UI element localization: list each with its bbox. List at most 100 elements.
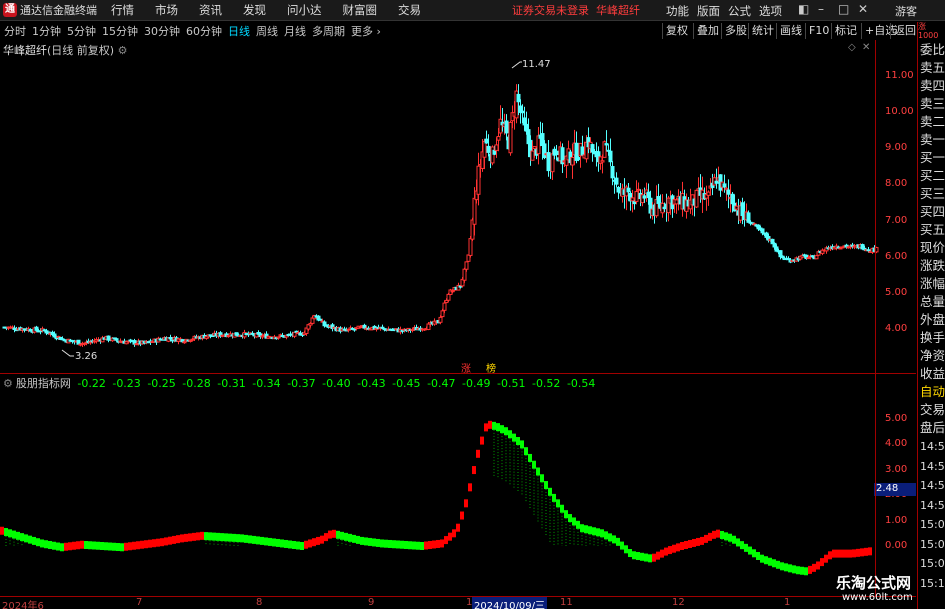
candle-body [504,120,509,134]
chevron-right-icon: › [376,25,381,38]
indicator-block [104,542,108,551]
menu-item-ask[interactable]: 问小达 [287,2,322,18]
statistics-button[interactable]: 统计 [748,23,777,39]
candle-body [722,183,727,188]
multi-stock-button[interactable]: 多股 [721,23,750,39]
quote-field-label: 卖二 [920,114,945,129]
menu-item-wealth[interactable]: 财富圈 [343,2,378,18]
period-5min[interactable]: 5分钟 [67,23,96,39]
menu-item-discover[interactable]: 发现 [243,2,266,18]
indicator-block [320,535,324,544]
indicator-block [688,539,692,548]
trade-time: 15:05 [920,537,945,551]
current-value-badge: 2.48 [874,483,916,496]
candle-body [438,316,443,323]
indicator-block [844,549,848,558]
login-status[interactable]: 证券交易未登录 华峰超纤 [512,2,640,18]
indicator-block [4,528,8,537]
close-icon[interactable]: ✕ [858,2,868,16]
indicator-block [276,538,280,547]
indicator-block [620,541,624,550]
period-30min[interactable]: 30分钟 [144,23,180,39]
skin-icon[interactable]: ◧ [798,2,809,16]
back-button[interactable]: 返回 [890,23,919,39]
indicator-block [72,541,76,550]
f10-button[interactable]: F10 [805,23,832,39]
indicator-block [148,539,152,548]
minimize-icon[interactable]: – [818,2,824,16]
price-tick-label: 10.00 [885,106,914,118]
indicator-block [116,543,120,552]
indicator-block [176,535,180,544]
trade-time: 14:57 [920,498,945,512]
indicator-block [484,423,488,432]
candle-body [468,238,473,256]
indicator-block [524,447,528,456]
indicator-pane[interactable]: ⚙ 股朋指标网 -0.22 -0.23 -0.25 -0.28 -0.31 -0.… [0,373,916,596]
mark-button[interactable]: 标记 [831,23,860,39]
period-multi[interactable]: 多周期 [312,23,345,39]
menu-item-formula[interactable]: 公式 [728,3,751,19]
indicator-block [656,551,660,560]
period-1min[interactable]: 1分钟 [32,23,61,39]
trade-mode-label[interactable]: 自动 [920,384,945,400]
guest-account[interactable]: 游客 [895,3,917,19]
indicator-block [760,554,764,563]
period-daily[interactable]: 日线 [228,23,250,39]
candle-body [724,187,729,191]
indicator-block [124,542,128,551]
kline-chart[interactable]: 华峰超纤(日线 前复权) ⚙ ◇ ✕ 11.00 10.00 9.00 8.00 7.0… [0,40,916,375]
menu-item-exchange-market[interactable]: 市场 [155,2,178,18]
period-weekly[interactable]: 周线 [256,23,278,39]
menu-item-function[interactable]: 功能 [666,3,689,19]
period-15min[interactable]: 15分钟 [102,23,138,39]
indicator-block [824,554,828,563]
indicator-block [200,531,204,540]
candle-body [498,118,503,134]
indicator-block [532,460,536,469]
indicator-block [296,541,300,550]
indicator-block [800,566,804,575]
indicator-block [812,563,816,572]
adjust-button[interactable]: 复权 [662,23,691,39]
menu-item-market[interactable]: 行情 [111,2,134,18]
maximize-icon[interactable]: □ [838,2,849,16]
indicator-block [664,547,668,556]
indicator-block [584,525,588,534]
candle-body [490,146,495,164]
draw-line-button[interactable]: 画线 [776,23,805,39]
period-monthly[interactable]: 月线 [284,23,306,39]
candle-body [484,138,489,144]
quote-field-label: 涨幅 [920,276,945,291]
indicator-block [56,542,60,551]
candle-body [614,177,619,185]
menu-item-news[interactable]: 资讯 [199,2,222,18]
overlay-button[interactable]: 叠加 [693,23,722,39]
indicator-block [288,540,292,549]
indicator-block [272,538,276,547]
indicator-block [436,539,440,548]
indicator-block [16,531,20,540]
indicator-block [256,536,260,545]
candle-body [730,193,735,205]
trade-mode-label[interactable]: 盘后 [920,420,945,436]
indicator-block [852,549,856,558]
period-60min[interactable]: 60分钟 [186,23,222,39]
low-price-label: 3.26 [75,351,98,362]
candle-body [472,197,477,225]
indicator-block [712,530,716,539]
indicator-block [668,546,672,555]
indicator-block [44,540,48,549]
indicator-block [748,546,752,555]
date-tick: 12 [672,597,685,608]
candle-body [276,336,281,339]
menu-item-layout[interactable]: 版面 [697,3,720,19]
menu-item-trade[interactable]: 交易 [398,2,421,18]
indicator-block [868,547,872,556]
menu-item-options[interactable]: 选项 [759,3,782,19]
candle-body [786,258,791,261]
trade-mode-label[interactable]: 交易 [920,402,945,418]
period-intraday[interactable]: 分时 [4,23,26,39]
period-more[interactable]: 更多 › [351,23,381,39]
indicator-block [576,520,580,529]
